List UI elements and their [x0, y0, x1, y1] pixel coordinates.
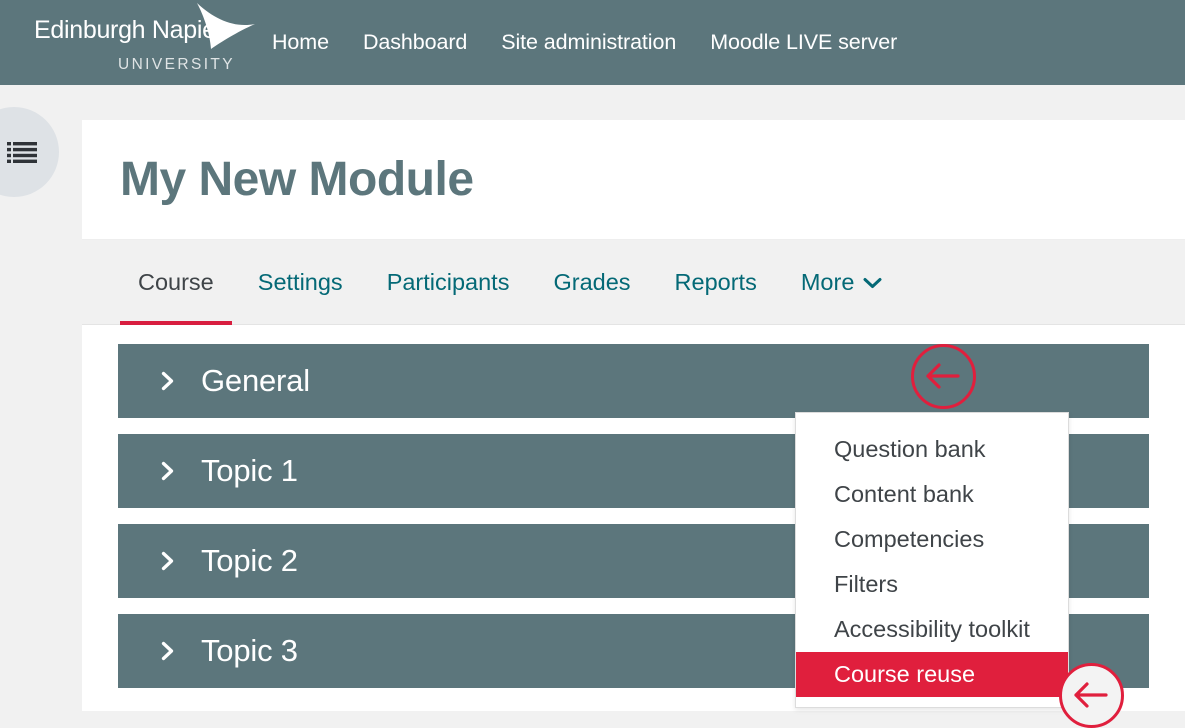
tab-course[interactable]: Course	[116, 240, 236, 325]
page-title: My New Module	[120, 153, 474, 206]
menu-item-content-bank[interactable]: Content bank	[796, 472, 1068, 517]
chevron-right-icon[interactable]	[161, 371, 175, 391]
menu-item-accessibility-toolkit[interactable]: Accessibility toolkit	[796, 607, 1068, 652]
tab-settings-label: Settings	[257, 268, 343, 295]
section-topic-3-label: Topic 3	[201, 633, 298, 668]
top-navigation-bar: Edinburgh Napier UNIVERSITY Home Dashboa…	[0, 0, 1185, 85]
chevron-down-icon	[863, 268, 882, 295]
menu-item-course-reuse[interactable]: Course reuse	[796, 652, 1068, 697]
menu-item-question-bank[interactable]: Question bank	[796, 427, 1068, 472]
tab-settings[interactable]: Settings	[236, 240, 365, 325]
chevron-right-icon[interactable]	[161, 641, 175, 661]
nav-site-administration[interactable]: Site administration	[484, 22, 693, 63]
brand-subtitle: UNIVERSITY	[118, 56, 236, 73]
annotation-arrow-course-reuse	[1059, 663, 1124, 728]
tab-course-label: Course	[138, 268, 214, 295]
section-general[interactable]: General	[118, 344, 1149, 418]
course-index-list-icon	[7, 142, 37, 163]
annotation-arrow-more-tab	[911, 344, 976, 409]
chevron-right-icon[interactable]	[161, 461, 175, 481]
chevron-right-icon[interactable]	[161, 551, 175, 571]
tab-grades[interactable]: Grades	[531, 240, 652, 325]
page-body: My New Module Course Settings Participan…	[0, 85, 1185, 728]
section-topic-2-label: Topic 2	[201, 543, 298, 578]
menu-item-filters[interactable]: Filters	[796, 562, 1068, 607]
tab-participants[interactable]: Participants	[365, 240, 532, 325]
site-logo[interactable]: Edinburgh Napier UNIVERSITY	[0, 0, 255, 85]
menu-item-competencies[interactable]: Competencies	[796, 517, 1068, 562]
course-index-drawer-toggle[interactable]	[0, 107, 59, 197]
more-dropdown-menu: Question bank Content bank Competencies …	[795, 412, 1069, 708]
section-general-label: General	[201, 363, 310, 398]
nav-moodle-live-server[interactable]: Moodle LIVE server	[693, 22, 914, 63]
course-tab-bar: Course Settings Participants Grades Repo…	[82, 240, 1185, 325]
tab-reports-label: Reports	[674, 268, 757, 295]
tab-reports[interactable]: Reports	[653, 240, 779, 325]
tab-more-label: More	[800, 268, 855, 295]
tab-grades-label: Grades	[553, 268, 631, 295]
tab-more[interactable]: More	[779, 240, 905, 325]
napier-arrow-logo-icon	[197, 3, 255, 49]
section-topic-1-label: Topic 1	[201, 453, 298, 488]
course-header: My New Module	[82, 120, 1185, 240]
tab-participants-label: Participants	[386, 268, 510, 295]
arrow-left-circle-icon	[926, 363, 960, 389]
nav-dashboard[interactable]: Dashboard	[346, 22, 484, 63]
arrow-left-circle-icon	[1074, 682, 1108, 708]
primary-nav: Home Dashboard Site administration Moodl…	[255, 0, 914, 85]
nav-home[interactable]: Home	[255, 22, 346, 63]
